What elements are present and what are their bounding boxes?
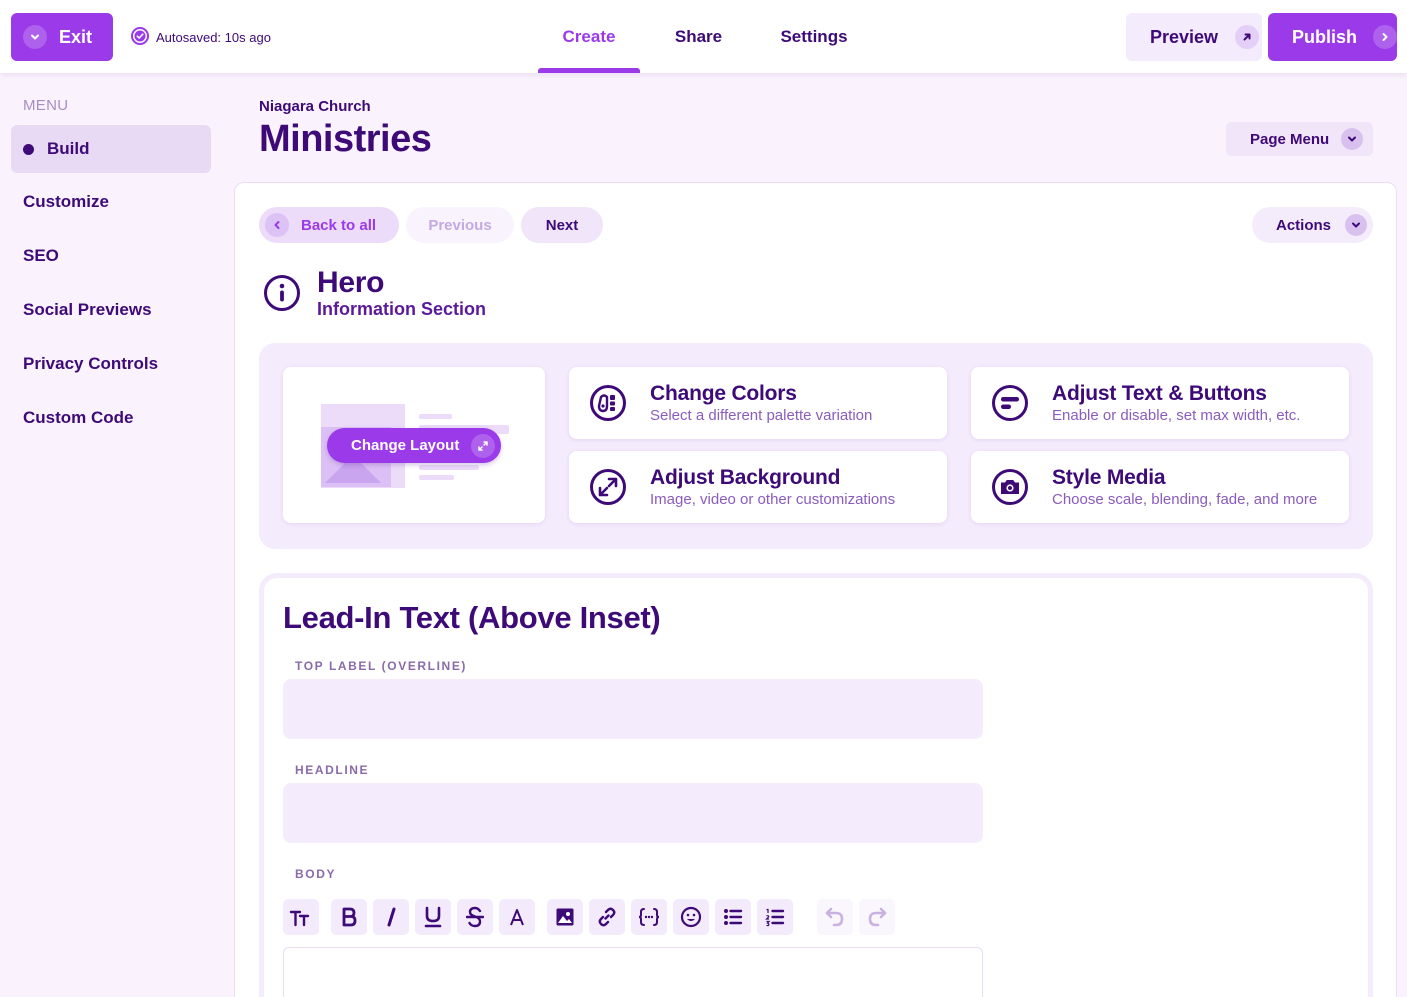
emoji-icon[interactable] <box>673 899 709 935</box>
tab-settings[interactable]: Settings <box>757 0 871 73</box>
headline-field-label: HEADLINE <box>295 763 370 777</box>
chevron-down-icon <box>1341 128 1364 150</box>
code-braces-icon[interactable] <box>631 899 667 935</box>
expand-icon <box>471 433 496 458</box>
sidebar-heading: MENU <box>23 97 69 114</box>
font-color-icon[interactable] <box>499 899 535 935</box>
tab-create[interactable]: Create <box>538 0 640 73</box>
back-to-all-button[interactable]: Back to all <box>259 207 399 243</box>
change-colors-card[interactable]: Change Colors Select a different palette… <box>569 367 947 439</box>
section-title: Hero <box>317 266 385 299</box>
tool-title: Adjust Background <box>650 466 841 489</box>
sidebar-item-label: Custom Code <box>23 408 134 427</box>
headline-input[interactable] <box>283 783 983 843</box>
sidebar-item-build[interactable]: Build <box>11 125 211 173</box>
numbered-list-icon[interactable] <box>757 899 793 935</box>
change-layout-label: Change Layout <box>351 437 460 454</box>
change-layout-button[interactable]: Change Layout <box>327 428 501 463</box>
underline-icon[interactable] <box>415 899 451 935</box>
expand-arrows-icon <box>589 468 627 511</box>
back-label: Back to all <box>301 216 377 234</box>
undo-icon[interactable] <box>817 899 853 935</box>
body-editor[interactable] <box>283 947 983 997</box>
camera-icon <box>991 468 1029 511</box>
top-label-field-label: TOP LABEL (OVERLINE) <box>295 659 468 673</box>
sidebar-item-label: Social Previews <box>23 300 152 319</box>
next-button[interactable]: Next <box>521 207 603 243</box>
top-bar: Exit Autosaved: 10s ago Create Share Set… <box>0 0 1407 73</box>
arrow-up-right-icon <box>1235 25 1260 49</box>
sidebar-item-label: Privacy Controls <box>23 354 159 373</box>
publish-label: Publish <box>1292 26 1358 47</box>
text-buttons-icon <box>991 384 1029 427</box>
section-subtitle: Information Section <box>317 299 487 319</box>
strikethrough-icon[interactable] <box>457 899 493 935</box>
tool-description: Image, video or other customizations <box>650 491 896 508</box>
actions-label: Actions <box>1276 216 1332 234</box>
publish-button[interactable]: Publish <box>1268 13 1397 61</box>
main-tabs: Create Share Settings <box>538 0 871 73</box>
sidebar-item-privacy-controls[interactable]: Privacy Controls <box>11 340 211 388</box>
tool-description: Enable or disable, set max width, etc. <box>1052 407 1301 424</box>
lead-in-title: Lead-In Text (Above Inset) <box>283 600 661 635</box>
sidebar-item-label: Customize <box>23 192 109 211</box>
sidebar-item-social-previews[interactable]: Social Previews <box>11 286 211 334</box>
chevron-down-icon <box>23 25 47 49</box>
image-icon[interactable] <box>547 899 583 935</box>
preview-label: Preview <box>1150 26 1219 47</box>
adjust-background-card[interactable]: Adjust Background Image, video or other … <box>569 451 947 523</box>
actions-button[interactable]: Actions <box>1252 207 1373 243</box>
sidebar-item-label: Build <box>47 139 90 158</box>
previous-button[interactable]: Previous <box>406 207 514 243</box>
tab-share[interactable]: Share <box>640 0 757 73</box>
italic-icon[interactable] <box>373 899 409 935</box>
page-title: Ministries <box>259 118 432 160</box>
tool-description: Choose scale, blending, fade, and more <box>1052 491 1318 508</box>
body-field-label: BODY <box>295 867 337 881</box>
palette-icon <box>589 384 627 427</box>
chevron-down-icon <box>1345 214 1368 236</box>
bullet-list-icon[interactable] <box>715 899 751 935</box>
organization-name: Niagara Church <box>259 98 371 115</box>
autosave-status: Autosaved: 10s ago <box>131 27 271 48</box>
autosave-text: Autosaved: 10s ago <box>156 30 271 45</box>
tool-title: Change Colors <box>650 382 797 405</box>
bold-icon[interactable] <box>331 899 367 935</box>
tool-title: Adjust Text & Buttons <box>1052 382 1267 405</box>
link-icon[interactable] <box>589 899 625 935</box>
page-menu-label: Page Menu <box>1250 130 1330 148</box>
style-media-card[interactable]: Style Media Choose scale, blending, fade… <box>971 451 1349 523</box>
tool-title: Style Media <box>1052 466 1166 489</box>
sidebar-item-seo[interactable]: SEO <box>11 232 211 280</box>
text-size-icon[interactable] <box>283 899 319 935</box>
adjust-text-buttons-card[interactable]: Adjust Text & Buttons Enable or disable,… <box>971 367 1349 439</box>
sidebar-item-label: SEO <box>23 246 59 265</box>
redo-icon[interactable] <box>859 899 895 935</box>
page-menu-button[interactable]: Page Menu <box>1226 122 1373 156</box>
exit-button[interactable]: Exit <box>11 13 113 61</box>
sidebar-item-customize[interactable]: Customize <box>11 178 211 226</box>
preview-button[interactable]: Preview <box>1126 13 1262 61</box>
chevron-right-icon <box>1373 25 1397 49</box>
sidebar-item-custom-code[interactable]: Custom Code <box>11 394 211 442</box>
info-circle-icon <box>263 274 301 317</box>
exit-label: Exit <box>59 26 93 47</box>
tool-description: Select a different palette variation <box>650 407 873 424</box>
chevron-left-icon <box>265 213 289 237</box>
check-circle-icon <box>131 27 149 48</box>
active-dot-icon <box>23 143 34 155</box>
top-label-input[interactable] <box>283 679 983 739</box>
